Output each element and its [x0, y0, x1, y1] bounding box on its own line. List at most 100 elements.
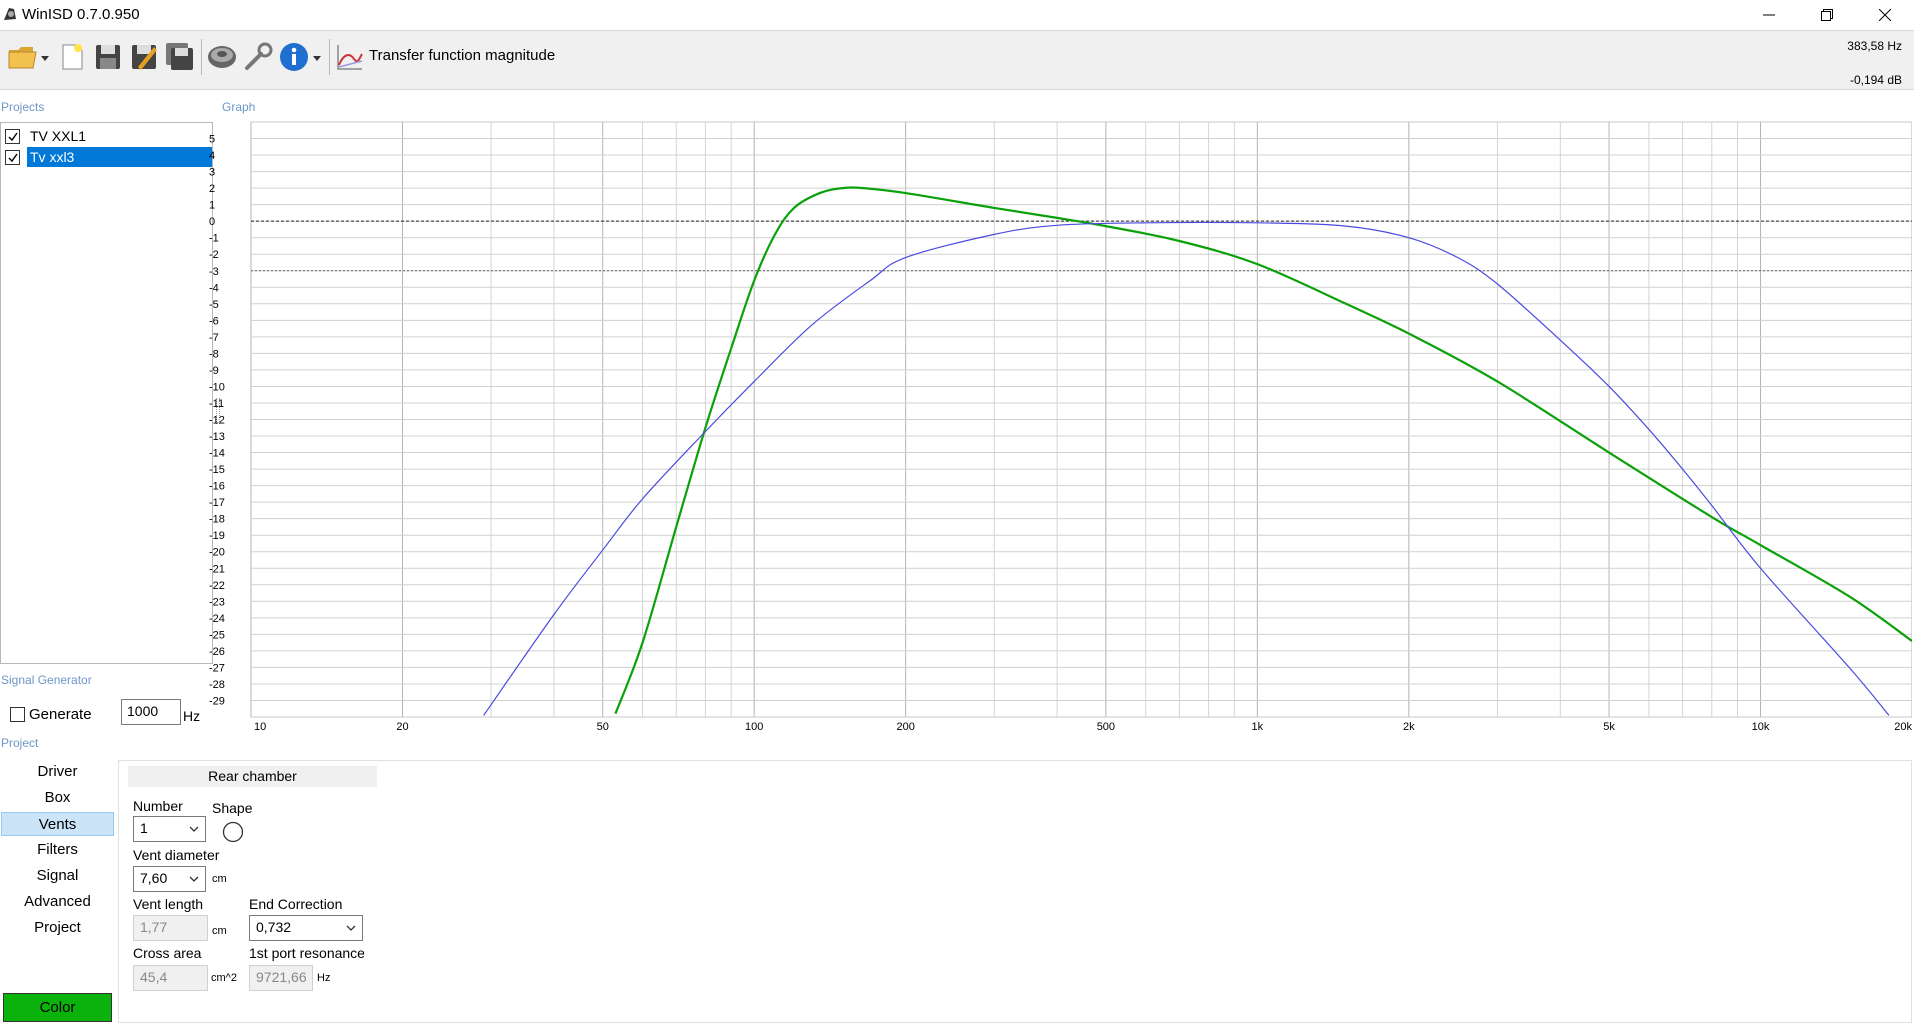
y-tick-label: -20 — [209, 547, 225, 559]
generate-label: Generate — [29, 706, 92, 723]
y-tick-label: -15 — [209, 464, 225, 476]
chevron-down-icon — [189, 876, 199, 882]
x-tick-label: 100 — [745, 721, 763, 733]
x-tick-label: 10 — [254, 721, 266, 733]
nav-advanced[interactable]: Advanced — [1, 890, 114, 914]
graph-type-label[interactable]: Transfer function magnitude — [369, 47, 555, 64]
y-tick-label: -11 — [209, 398, 224, 410]
y-tick-label: 2 — [209, 183, 215, 195]
vent-length-unit: cm — [212, 925, 227, 937]
color-button[interactable]: Color — [3, 993, 112, 1022]
x-tick-label: 200 — [896, 721, 914, 733]
generator-frequency-input[interactable]: 1000 — [121, 699, 181, 725]
y-tick-label: 0 — [209, 216, 215, 228]
chevron-down-icon — [346, 925, 356, 931]
vents-panel — [118, 760, 1912, 1023]
projects-section-label: Projects — [1, 100, 45, 114]
project-checkbox[interactable] — [5, 149, 20, 165]
y-tick-label: 5 — [209, 134, 215, 146]
y-tick-label: -23 — [209, 596, 225, 608]
driver-button[interactable] — [206, 41, 238, 73]
new-document-icon — [62, 44, 83, 70]
y-tick-label: -22 — [209, 580, 225, 592]
transfer-function-graph[interactable]: 543210-1-2-3-4-5-6-7-8-9-10-11-12-13-14-… — [205, 115, 1912, 733]
y-tick-label: -2 — [209, 249, 219, 261]
x-tick-label: 2k — [1403, 721, 1415, 733]
chevron-down-icon — [189, 826, 199, 832]
y-tick-label: -8 — [209, 348, 219, 360]
nav-vents[interactable]: Vents — [1, 812, 114, 836]
project-name: TV XXL1 — [30, 128, 87, 144]
port-resonance-label: 1st port resonance — [249, 945, 365, 961]
nav-signal[interactable]: Signal — [1, 864, 114, 888]
new-button[interactable] — [56, 41, 88, 73]
save-all-button[interactable] — [164, 41, 196, 73]
x-tick-label: 5k — [1603, 721, 1615, 733]
cross-area-field: 45,4 — [133, 965, 208, 991]
project-checkbox[interactable] — [5, 128, 20, 144]
project-item[interactable]: TV XXL1 — [5, 126, 89, 146]
y-tick-label: -1 — [209, 233, 219, 245]
end-correction-select[interactable]: 0,732 — [249, 915, 363, 941]
y-tick-label: -17 — [209, 497, 225, 509]
rear-chamber-tab[interactable]: Rear chamber — [128, 766, 377, 787]
toolbar: Transfer function magnitude 383,58 Hz -0… — [0, 30, 1914, 90]
vent-diameter-value: 7,60 — [140, 870, 168, 886]
x-tick-label: 1k — [1252, 721, 1264, 733]
y-tick-label: -26 — [209, 646, 225, 658]
nav-box[interactable]: Box — [1, 786, 114, 810]
signal-generator-section-label: Signal Generator — [1, 673, 92, 687]
graph-type-button[interactable] — [334, 41, 366, 73]
cursor-frequency-readout: 383,58 Hz — [1847, 39, 1902, 53]
shape-label: Shape — [212, 800, 253, 816]
cross-area-unit: cm^2 — [211, 972, 237, 984]
round-shape-icon[interactable] — [222, 821, 244, 843]
x-tick-label: 50 — [597, 721, 609, 733]
y-tick-label: -4 — [209, 282, 219, 294]
y-tick-label: 4 — [209, 150, 215, 162]
cross-area-label: Cross area — [133, 945, 202, 961]
y-tick-label: -27 — [209, 662, 225, 674]
nav-driver[interactable]: Driver — [1, 760, 114, 784]
cursor-db-readout: -0,194 dB — [1849, 73, 1902, 87]
vent-length-label: Vent length — [133, 896, 204, 912]
vent-diameter-unit: cm — [212, 873, 227, 885]
info-button[interactable] — [278, 41, 324, 73]
y-tick-label: -12 — [209, 415, 225, 427]
y-tick-label: -21 — [209, 563, 225, 575]
save-icon — [96, 45, 120, 69]
y-tick-label: -19 — [209, 530, 225, 542]
y-tick-label: -13 — [209, 431, 225, 443]
minimize-button[interactable] — [1740, 0, 1798, 30]
projects-list: TV XXL1 Tv xxl3 — [0, 122, 213, 664]
x-tick-label: 20k — [1894, 721, 1912, 733]
tools-button[interactable] — [242, 41, 274, 73]
save-as-button[interactable] — [128, 41, 160, 73]
y-tick-label: -24 — [209, 613, 225, 625]
generate-checkbox[interactable] — [10, 707, 25, 722]
close-icon — [1879, 9, 1891, 21]
x-tick-label: 500 — [1097, 721, 1115, 733]
info-icon — [280, 43, 321, 71]
nav-filters[interactable]: Filters — [1, 838, 114, 862]
vent-diameter-select[interactable]: 7,60 — [133, 866, 206, 892]
project-item-selected[interactable]: Tv xxl3 — [5, 147, 212, 167]
checkmark-icon — [8, 132, 18, 141]
port-resonance-unit: Hz — [317, 972, 331, 984]
x-tick-label: 20 — [396, 721, 408, 733]
vent-length-field: 1,77 — [133, 915, 208, 941]
y-tick-label: -5 — [209, 299, 219, 311]
save-button[interactable] — [92, 41, 124, 73]
port-resonance-field: 9721,66 — [249, 965, 313, 991]
open-button[interactable] — [6, 41, 50, 73]
nav-project[interactable]: Project — [1, 916, 114, 940]
y-tick-label: 3 — [209, 167, 215, 179]
save-as-icon — [132, 45, 157, 70]
speaker-icon — [208, 46, 236, 68]
close-button[interactable] — [1856, 0, 1914, 30]
number-select[interactable]: 1 — [133, 816, 206, 842]
restore-button[interactable] — [1798, 0, 1856, 30]
checkmark-icon — [8, 153, 18, 162]
y-tick-label: 1 — [209, 200, 215, 212]
restore-icon — [1821, 9, 1833, 21]
